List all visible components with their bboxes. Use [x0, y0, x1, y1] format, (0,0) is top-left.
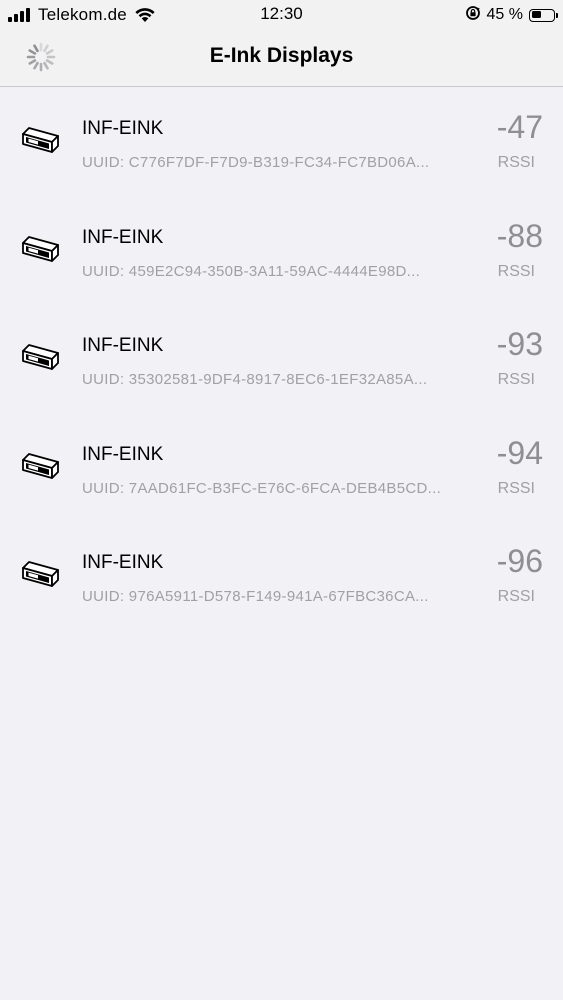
wifi-icon	[134, 7, 156, 23]
page-title: E-Ink Displays	[209, 44, 354, 67]
eink-display-icon	[20, 231, 60, 265]
device-name: INF-EINK	[82, 335, 164, 357]
signal-icon	[8, 8, 32, 22]
eink-display-icon	[20, 339, 60, 373]
status-bar: Telekom.de 12:30 45 %	[0, 0, 563, 30]
rssi-label: RSSI	[497, 371, 535, 389]
rssi-value: -47	[496, 109, 543, 145]
device-row[interactable]: INF-EINK UUID: 7AAD61FC-B3FC-E76C-6FCA-DE…	[0, 413, 563, 522]
rssi-label: RSSI	[497, 154, 535, 171]
device-name: INF-EINK	[82, 226, 164, 248]
device-uuid: UUID: 7AAD61FC-B3FC-E76C-6FCA-DEB4B5CD..…	[82, 479, 442, 497]
navigation-bar: E-Ink Displays	[0, 30, 563, 87]
device-row[interactable]: INF-EINK UUID: 35302581-9DF4-8917-8EC6-1E…	[0, 304, 563, 413]
device-uuid: UUID: 976A5911-D578-F149-941A-67FBC36CA.…	[82, 588, 429, 606]
device-row[interactable]: INF-EINK UUID: C776F7DF-F7D9-B319-FC34-FC…	[0, 87, 563, 196]
battery-icon	[529, 8, 558, 22]
device-uuid: UUID: 35302581-9DF4-8917-8EC6-1EF32A85A.…	[82, 371, 428, 389]
rssi-value: -96	[496, 543, 543, 580]
rssi-value: -93	[496, 326, 543, 363]
rssi-label: RSSI	[497, 588, 535, 606]
device-row[interactable]: INF-EINK UUID: 976A5911-D578-F149-941A-67…	[0, 521, 563, 630]
eink-display-icon	[20, 122, 60, 156]
carrier-label: Telekom.de	[38, 5, 127, 24]
status-right: 45 %	[465, 4, 558, 26]
battery-level	[531, 11, 541, 18]
device-name: INF-EINK	[82, 552, 164, 574]
device-list: INF-EINK UUID: C776F7DF-F7D9-B319-FC34-FC…	[0, 87, 563, 630]
status-left: Telekom.de	[8, 4, 156, 26]
eink-display-icon	[20, 448, 60, 482]
rssi-value: -94	[496, 434, 543, 471]
rssi-label: RSSI	[497, 262, 535, 280]
eink-display-icon	[20, 556, 60, 590]
device-name: INF-EINK	[82, 443, 164, 465]
battery-percent: 45 %	[486, 6, 523, 23]
device-name: INF-EINK	[82, 118, 164, 139]
rssi-value: -88	[496, 217, 543, 254]
device-row[interactable]: INF-EINK UUID: 459E2C94-350B-3A11-59AC-44…	[0, 196, 563, 305]
device-uuid: UUID: C776F7DF-F7D9-B319-FC34-FC7BD06A..…	[82, 154, 430, 171]
rssi-label: RSSI	[497, 479, 535, 497]
orientation-lock-icon	[465, 5, 481, 26]
device-uuid: UUID: 459E2C94-350B-3A11-59AC-4444E98D..…	[82, 262, 421, 280]
